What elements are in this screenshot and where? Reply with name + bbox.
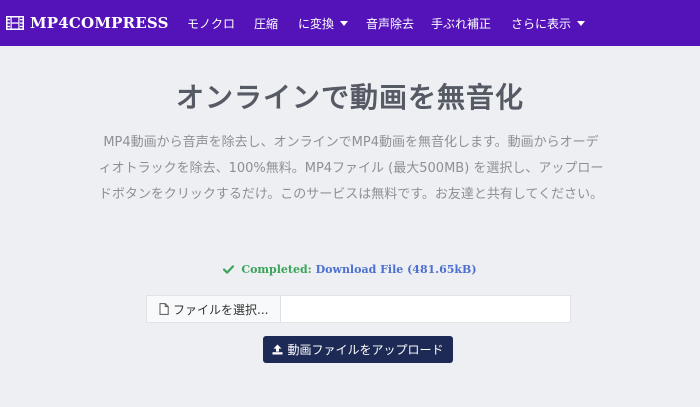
file-name-field[interactable] [281, 296, 570, 322]
completion-status: Completed: Download File (481.65kB) [0, 263, 700, 276]
file-input: ファイルを選択... [146, 295, 571, 323]
status-completed-label: Completed: [241, 263, 312, 276]
nav-item-label: 圧縮 [254, 17, 279, 31]
nav-item-label: に変換 [298, 17, 335, 31]
file-icon [159, 303, 169, 315]
nav-item-label: 音声除去 [366, 17, 415, 31]
upload-button-label: 動画ファイルをアップロード [287, 343, 444, 357]
check-icon [223, 265, 235, 274]
main-content: オンラインで動画を無音化 MP4動画から音声を除去し、オンラインでMP4動画を無… [0, 46, 700, 407]
nav-item-compress[interactable]: 圧縮 [254, 15, 278, 32]
choose-file-label: ファイルを選択... [173, 302, 269, 317]
nav-menu: モノクロ 圧縮 に変換 音声除去 手ぶれ補正 さらに表示 [0, 0, 700, 46]
page-description: MP4動画から音声を除去し、オンラインでMP4動画を無音化します。動画からオーデ… [98, 135, 604, 202]
chevron-down-icon [340, 21, 349, 26]
choose-file-button[interactable]: ファイルを選択... [147, 296, 282, 322]
upload-icon [272, 344, 283, 355]
nav-item-convert[interactable]: に変換 [298, 15, 349, 32]
nav-item-label: さらに表示 [511, 17, 572, 31]
nav-item-remove-audio[interactable]: 音声除去 [366, 15, 414, 32]
nav-item-monochrome[interactable]: モノクロ [187, 15, 235, 32]
page-title: オンラインで動画を無音化 [175, 81, 524, 114]
chevron-down-icon [577, 21, 586, 26]
nav-item-label: モノクロ [187, 17, 236, 31]
nav-item-label: 手ぶれ補正 [431, 17, 492, 31]
upload-video-button[interactable]: 動画ファイルをアップロード [263, 336, 453, 363]
download-file-link[interactable]: Download File (481.65kB) [316, 263, 477, 276]
top-navbar: MP4COMPRESS モノクロ 圧縮 に変換 音声除去 手ぶれ補正 さらに表示 [0, 0, 700, 46]
nav-item-more[interactable]: さらに表示 [511, 15, 586, 32]
nav-item-stabilize[interactable]: 手ぶれ補正 [431, 15, 491, 32]
